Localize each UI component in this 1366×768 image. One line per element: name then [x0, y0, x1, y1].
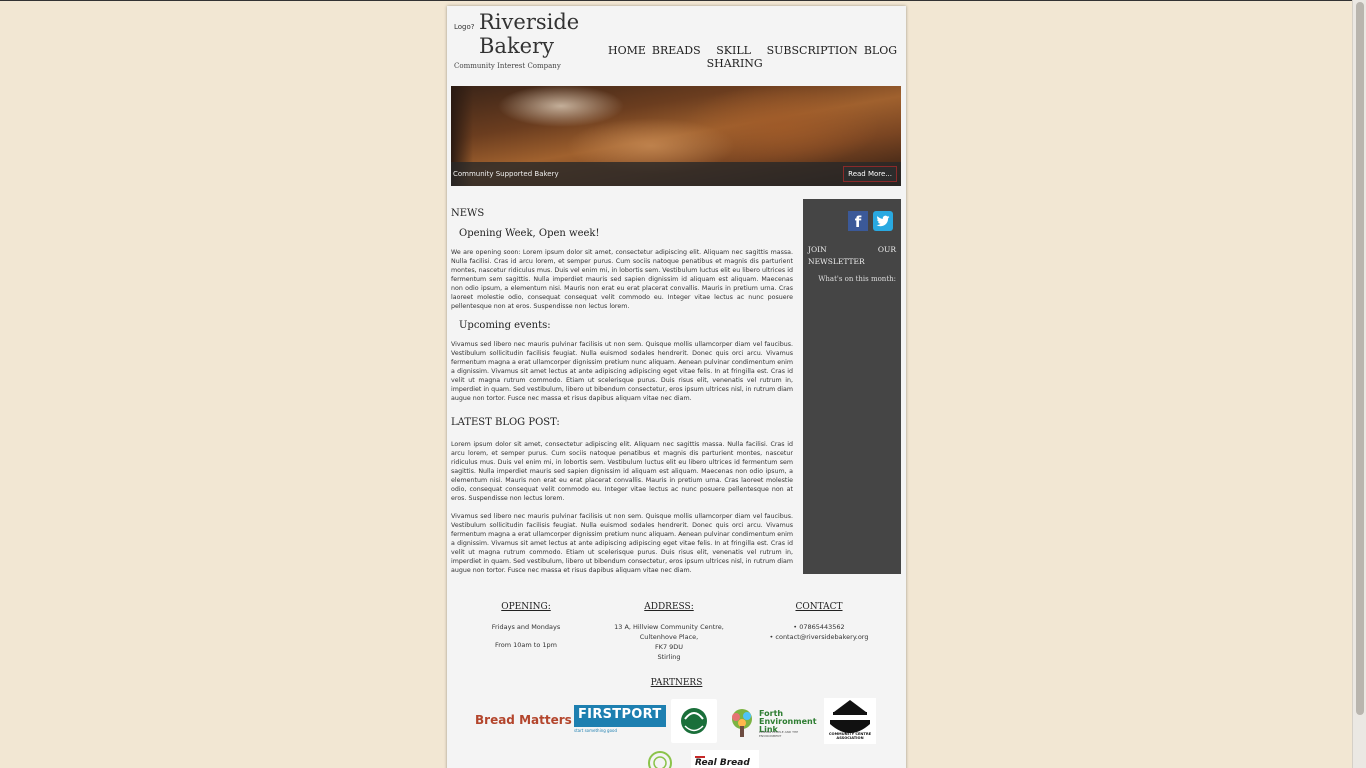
opening-heading: OPENING:: [501, 602, 551, 612]
events-text: Vivamus sed libero nec mauris pulvinar f…: [451, 341, 793, 402]
scrollbar-thumb[interactable]: [1356, 2, 1364, 715]
firstport-wordmark: FIRSTPORT: [574, 705, 666, 727]
news-item-text: We are opening soon: Lorem ipsum dolor s…: [451, 249, 793, 310]
opening-hours: From 10am to 1pm: [494, 641, 557, 649]
partner-green-logo[interactable]: [647, 750, 673, 768]
vertical-scrollbar[interactable]: [1352, 0, 1366, 768]
nav-skill-sharing[interactable]: SKILL SHARING: [704, 44, 764, 70]
newsletter-word-our: OUR: [877, 245, 896, 254]
firstport-subline: start something good: [574, 728, 618, 733]
opening-days: Fridays and Mondays: [491, 623, 561, 631]
news-item-title: Opening Week, Open week!: [459, 228, 600, 239]
green-swirl-icon: [648, 751, 672, 768]
nav-subscription[interactable]: SUBSCRIPTION: [764, 44, 861, 57]
hero-banner: Community Supported Bakery Read More...: [451, 86, 901, 186]
site-tagline: Community Interest Company: [454, 62, 561, 70]
firstport-logo[interactable]: FIRSTPORT start something good: [574, 705, 666, 737]
nav-home[interactable]: HOME: [605, 44, 649, 57]
real-bread-accent: [695, 756, 705, 758]
nav-breads[interactable]: BREADS: [649, 44, 704, 57]
bread-matters-logo[interactable]: Bread Matters: [475, 713, 572, 727]
logo-placeholder[interactable]: Logo?: [454, 23, 475, 31]
community-centre-association-logo[interactable]: COMMUNITY CENTRE ASSOCIATION: [824, 698, 876, 744]
address-line: Stirling: [657, 653, 681, 661]
twitter-icon[interactable]: [873, 211, 893, 231]
address-heading: ADDRESS:: [644, 602, 694, 612]
partners-heading: PARTNERS: [650, 678, 703, 688]
site-title-line2: Bakery: [479, 34, 555, 58]
stirling-council-emblem-icon: [681, 708, 707, 734]
site-title-line1: Riverside: [479, 10, 580, 34]
forth-environment-link-logo[interactable]: Forth Environment Link LINKING PEOPLE AN…: [727, 706, 817, 740]
address-line: FK7 9DU: [654, 643, 684, 651]
address-line: 13 A, Hillview Community Centre,: [614, 623, 724, 631]
browser-top-border: [0, 0, 1366, 1]
address-line: Cultenhove Place,: [639, 633, 699, 641]
sidebar: f JOIN OUR NEWSLETTER What's on this mon…: [803, 199, 901, 574]
contact-heading: CONTACT: [795, 602, 843, 612]
main-nav: HOME BREADS SKILL SHARING SUBSCRIPTION B…: [605, 44, 900, 70]
blog-paragraph: Lorem ipsum dolor sit amet, consectetur …: [451, 441, 793, 502]
main-content: NEWS Opening Week, Open week! We are ope…: [451, 208, 793, 584]
cca-wordmark: COMMUNITY CENTRE ASSOCIATION: [828, 732, 872, 740]
newsletter-line2: NEWSLETTER: [808, 257, 865, 266]
real-bread-campaign-logo[interactable]: Real Bread: [691, 750, 759, 768]
nav-blog[interactable]: BLOG: [861, 44, 900, 57]
twitter-bird-icon: [876, 215, 890, 227]
contact-column: CONTACT 07865443562 contact@riversidebak…: [757, 602, 881, 642]
real-bread-wordmark: Real Bread: [695, 758, 750, 768]
read-more-button[interactable]: Read More...: [843, 166, 897, 182]
site-title[interactable]: Riverside Bakery: [479, 10, 589, 58]
stirling-council-logo[interactable]: [671, 699, 717, 743]
blog-heading: LATEST BLOG POST:: [451, 417, 560, 428]
tree-icon: [732, 709, 752, 737]
contact-phone[interactable]: 07865443562: [757, 622, 881, 632]
address-column: ADDRESS: 13 A, Hillview Community Centre…: [599, 602, 739, 662]
newsletter-word-join: JOIN: [808, 245, 827, 254]
contact-email[interactable]: contact@riversidebakery.org: [757, 632, 881, 642]
forth-subline: LINKING PEOPLE AND THE ENVIRONMENT: [759, 730, 799, 738]
events-title: Upcoming events:: [459, 320, 551, 331]
opening-column: OPENING: Fridays and Mondays From 10am t…: [467, 602, 585, 650]
hero-caption-bar: Community Supported Bakery Read More...: [451, 162, 901, 186]
newsletter-line1: JOIN OUR: [808, 244, 896, 256]
page-container: Logo? Riverside Bakery Community Interes…: [447, 6, 906, 768]
news-heading: NEWS: [451, 208, 485, 219]
blog-paragraph: Vivamus sed libero nec mauris pulvinar f…: [451, 513, 793, 574]
facebook-icon[interactable]: f: [848, 211, 868, 231]
whats-on-heading: What's on this month:: [818, 275, 896, 283]
newsletter-join-link[interactable]: JOIN OUR NEWSLETTER: [808, 244, 896, 268]
hero-caption: Community Supported Bakery: [453, 170, 559, 178]
